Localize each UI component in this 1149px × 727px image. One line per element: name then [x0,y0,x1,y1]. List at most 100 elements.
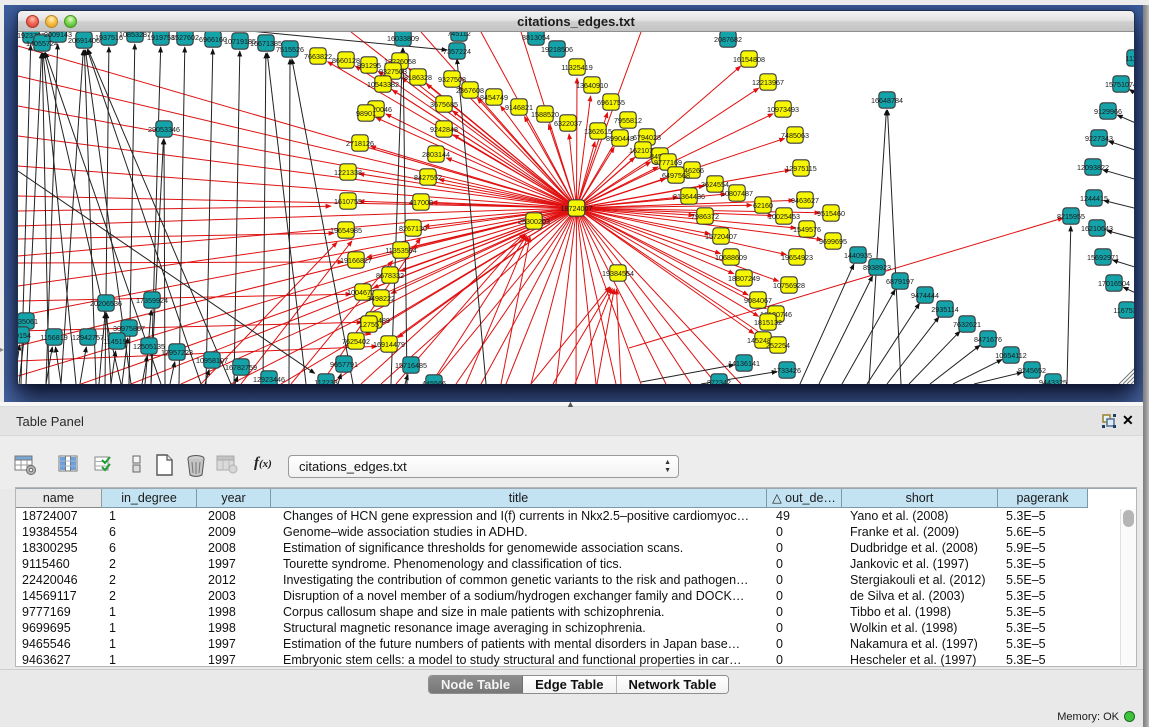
svg-text:9242848: 9242848 [430,125,458,134]
svg-text:1145194: 1145194 [103,337,130,346]
svg-text:8660128: 8660128 [332,56,360,65]
svg-text:1440935: 1440935 [844,251,872,260]
svg-text:19654923: 19654923 [781,253,813,262]
svg-text:11124: 11124 [1126,54,1134,63]
svg-text:6966160: 6966160 [199,35,227,44]
svg-text:2087682: 2087682 [714,35,742,44]
svg-text:9699695: 9699695 [819,237,847,246]
svg-text:435061: 435061 [18,317,38,326]
svg-text:15692971: 15692971 [1087,253,1119,262]
svg-text:1221338: 1221338 [334,168,362,177]
svg-text:2935114: 2935114 [931,305,958,314]
svg-text:8990448: 8990448 [606,134,634,143]
svg-text:9474444: 9474444 [911,291,939,300]
svg-text:14136141: 14136141 [728,359,760,368]
svg-text:8678332: 8678332 [376,271,404,280]
svg-text:19166827: 19166827 [340,256,372,265]
svg-text:1815132: 1815132 [754,318,782,327]
svg-text:16782759: 16782759 [225,363,257,372]
svg-text:15751074: 15751074 [1105,80,1134,89]
svg-text:62160: 62160 [753,201,773,210]
svg-text:9777169: 9777169 [654,158,682,167]
svg-text:112233: 112233 [314,378,337,384]
svg-text:11325419: 11325419 [561,63,592,72]
svg-text:891295: 891295 [357,61,381,70]
svg-text:98901: 98901 [356,109,376,118]
svg-text:8186328: 8186328 [404,73,432,82]
svg-text:30975867: 30975867 [113,324,145,333]
svg-text:12213967: 12213967 [752,78,784,87]
svg-text:7485063: 7485063 [781,131,809,140]
svg-text:1167533: 1167533 [1113,306,1134,315]
svg-text:8267130: 8267130 [399,224,427,233]
svg-text:6322037: 6322037 [554,119,582,128]
svg-text:12093822: 12093822 [1077,163,1109,172]
svg-text:12755: 12755 [359,320,379,329]
svg-text:29053346: 29053346 [148,125,180,134]
svg-text:17016504: 17016504 [1098,279,1130,288]
svg-text:13640910: 13640910 [576,81,608,90]
svg-text:10756928: 10756928 [773,281,805,290]
svg-text:10807487: 10807487 [721,189,753,198]
svg-text:12923446: 12923446 [253,375,285,384]
svg-text:1588520: 1588520 [531,110,559,119]
svg-text:417008: 417008 [409,198,433,207]
svg-text:1549576: 1549576 [793,225,821,234]
svg-text:1244415: 1244415 [1080,194,1108,203]
svg-text:252254: 252254 [766,341,790,350]
svg-text:6794028: 6794028 [633,133,661,142]
svg-text:17957223: 17957223 [161,348,193,357]
svg-text:745112: 745112 [447,32,470,38]
svg-text:872342: 872342 [707,378,731,384]
svg-text:16033809: 16033809 [387,34,419,43]
svg-text:10688609: 10688609 [715,253,747,262]
svg-text:2718126: 2718126 [346,139,374,148]
svg-text:16914479: 16914479 [373,340,405,349]
svg-text:1527602: 1527602 [171,33,199,42]
svg-text:21364436: 21364436 [673,192,705,201]
svg-text:7955812: 7955812 [614,116,642,125]
svg-text:15716485: 15716485 [395,361,427,370]
svg-text:11353594: 11353594 [385,246,416,255]
svg-text:7625402: 7625402 [342,337,370,346]
svg-text:9327508: 9327508 [438,75,466,84]
svg-text:10025453: 10025453 [768,212,800,221]
svg-text:8938923: 8938923 [863,263,891,272]
svg-text:1610755: 1610755 [334,197,362,206]
svg-text:7515526: 7515526 [276,45,304,54]
svg-text:7663822: 7663822 [304,52,332,61]
svg-text:9129966: 9129966 [1094,107,1122,116]
svg-text:8427552: 8427552 [414,173,442,182]
svg-text:7986372: 7986372 [691,212,719,221]
svg-text:8215955: 8215955 [1057,212,1085,221]
svg-text:8813054: 8813054 [522,33,550,42]
svg-text:9443325: 9443325 [1039,378,1067,384]
svg-text:12975115: 12975115 [785,164,816,173]
svg-text:18807249: 18807249 [728,274,760,283]
svg-text:8454749: 8454749 [480,93,508,102]
svg-text:20206536: 20206536 [90,299,122,308]
svg-text:10958107: 10958107 [196,356,228,365]
svg-text:10543382: 10543382 [367,80,399,89]
svg-text:3498222: 3498222 [367,294,395,303]
svg-text:9227343: 9227343 [1085,134,1113,143]
svg-text:445566: 445566 [422,379,446,384]
svg-text:19654985: 19654985 [330,226,362,235]
svg-text:19218506: 19218506 [541,45,573,54]
svg-text:9146821: 9146821 [505,103,533,112]
svg-text:17359924: 17359924 [136,296,168,305]
svg-text:16154808: 16154808 [733,55,765,64]
svg-text:18724007: 18724007 [561,204,593,213]
svg-text:9657791: 9657791 [330,360,358,369]
svg-text:10973493: 10973493 [767,105,799,114]
svg-text:16210643: 16210643 [1081,224,1113,233]
svg-text:9463627: 9463627 [791,196,819,205]
svg-text:19384554: 19384554 [602,269,634,278]
svg-text:1733426: 1733426 [773,366,801,375]
svg-text:6497568: 6497568 [662,171,690,180]
svg-text:1156819: 1156819 [40,333,67,342]
svg-text:3624554: 3624554 [701,180,729,189]
svg-text:10654112: 10654112 [995,351,1026,360]
svg-text:9245652: 9245652 [1018,366,1046,375]
svg-text:16648784: 16648784 [871,96,903,105]
